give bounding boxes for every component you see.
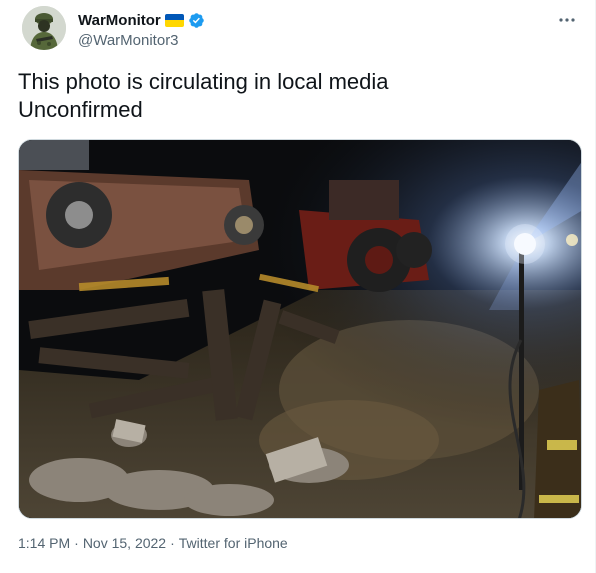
- verified-badge-icon: [189, 12, 204, 28]
- night-debris-photo-icon: [19, 140, 581, 518]
- tweet-text: This photo is circulating in local media…: [18, 68, 389, 124]
- author-handle[interactable]: @WarMonitor3: [78, 32, 205, 49]
- meta-separator: ·: [74, 535, 79, 551]
- ukraine-flag-icon: [164, 13, 184, 27]
- display-name-line: WarMonitor: [78, 10, 205, 30]
- tweet-source[interactable]: Twitter for iPhone: [179, 535, 288, 551]
- tweet-meta: 1:14 PM · Nov 15, 2022 · Twitter for iPh…: [18, 535, 288, 551]
- tweet-header: WarMonitor @WarMonitor3: [18, 6, 583, 62]
- tweet-time[interactable]: 1:14 PM: [18, 535, 70, 551]
- tweet-text-line-2: Unconfirmed: [18, 97, 143, 122]
- tweet-date[interactable]: Nov 15, 2022: [83, 535, 166, 551]
- author-names: WarMonitor @WarMonitor3: [78, 10, 205, 49]
- tweet-card: WarMonitor @WarMonitor3 This photo is ci…: [0, 0, 596, 573]
- tweet-text-line-1: This photo is circulating in local media: [18, 69, 389, 94]
- more-options-icon[interactable]: [555, 8, 579, 32]
- tweet-photo[interactable]: [18, 139, 582, 519]
- meta-separator: ·: [170, 535, 175, 551]
- display-name[interactable]: WarMonitor: [78, 12, 161, 29]
- soldier-avatar-icon: [22, 6, 66, 50]
- avatar[interactable]: [22, 6, 66, 50]
